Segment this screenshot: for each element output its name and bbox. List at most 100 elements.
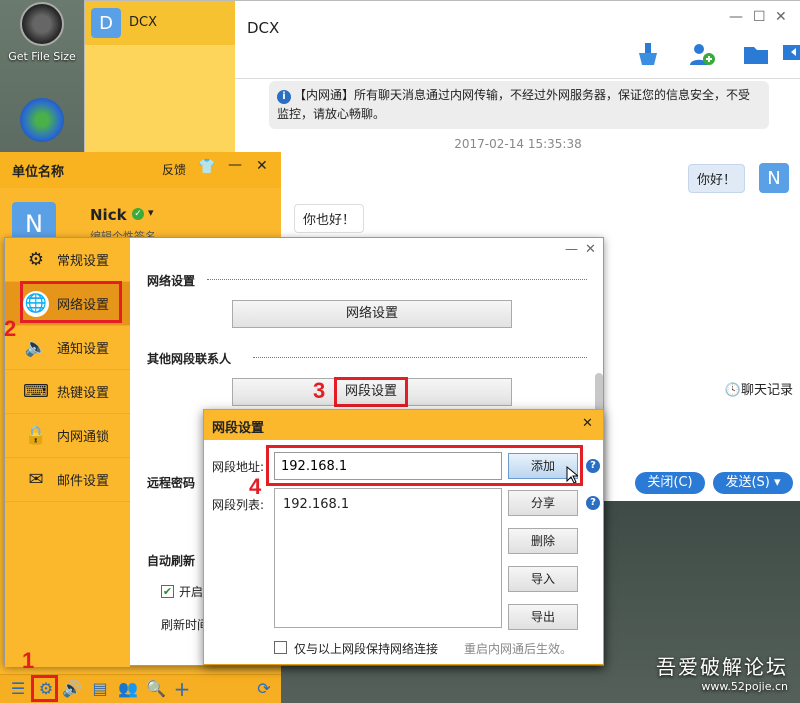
- maximize-icon[interactable]: ☐: [753, 9, 766, 25]
- minimize-icon[interactable]: —: [729, 9, 743, 25]
- address-label: 网段地址:: [212, 460, 265, 474]
- gear-icon: ⚙: [27, 249, 45, 270]
- dialog-header: 网段设置 ✕: [204, 410, 603, 440]
- nav-label: 内网通锁: [57, 430, 110, 445]
- nav-label: 邮件设置: [57, 474, 110, 489]
- nav-item-lock[interactable]: 🔒 内网通锁: [5, 414, 130, 458]
- nav-item-mail[interactable]: ✉ 邮件设置: [5, 458, 130, 502]
- desktop-icon-download-manager[interactable]: [0, 98, 84, 142]
- main-panel-header: 单位名称 反馈 👕 — ✕: [0, 152, 281, 188]
- segment-list[interactable]: 192.168.1: [274, 488, 502, 628]
- auto-refresh-title: 自动刷新: [147, 554, 196, 568]
- message-bubble-me: 你好！: [687, 164, 745, 193]
- refresh-icon[interactable]: ⟳: [254, 679, 274, 699]
- annotation-number-4: 4: [249, 474, 262, 499]
- add-icon[interactable]: +: [172, 679, 192, 699]
- desktop-icon-label: Get File Size: [8, 50, 76, 63]
- close-icon[interactable]: ✕: [585, 242, 596, 257]
- remote-password-title: 远程密码: [147, 476, 196, 490]
- menu-icon[interactable]: ☰: [8, 679, 28, 699]
- other-segment-section-title: 其他网段联系人: [147, 352, 232, 366]
- feedback-link[interactable]: 反馈: [162, 161, 186, 178]
- contact-item-dcx[interactable]: D DCX: [85, 1, 235, 45]
- org-name: 单位名称: [12, 165, 65, 180]
- annotation-box-network: [20, 281, 122, 323]
- keep-only-checkbox[interactable]: [274, 641, 287, 654]
- send-button-label: 发送(S): [725, 475, 770, 490]
- folder-share-icon[interactable]: [741, 41, 771, 67]
- network-settings-button[interactable]: 网络设置: [232, 300, 512, 328]
- my-avatar: N: [759, 163, 789, 193]
- annotation-box-address: [266, 445, 583, 486]
- speaker-icon[interactable]: 🔊: [62, 679, 82, 699]
- nav-item-notify[interactable]: 🔈 通知设置: [5, 326, 130, 370]
- notice-text: 【内网通】所有聊天消息通过内网传输，不经过外网服务器，保证您的信息安全，不受监控…: [277, 88, 751, 121]
- annotation-number-1: 1: [22, 648, 35, 673]
- desktop-icon-get-file-size[interactable]: Get File Size: [0, 2, 84, 63]
- close-chat-button[interactable]: 关闭(C): [635, 472, 705, 494]
- online-status-icon[interactable]: ✓: [132, 208, 144, 220]
- message-bubble-other: 你也好！: [294, 204, 365, 233]
- import-button[interactable]: 导入: [508, 566, 578, 592]
- keyboard-icon: ⌨: [23, 381, 49, 402]
- user-name: Nick: [90, 206, 127, 224]
- contact-name: DCX: [129, 15, 157, 30]
- watermark-url: www.52pojie.cn: [701, 680, 788, 693]
- mail-icon: ✉: [28, 469, 44, 490]
- search-icon[interactable]: 🔍: [146, 679, 166, 699]
- group-icon[interactable]: 👥: [118, 679, 138, 699]
- chat-header: DCX — ☐ ✕: [235, 1, 800, 79]
- contact-avatar: D: [91, 8, 121, 38]
- refresh-time-label: 刷新时间: [161, 618, 210, 632]
- export-button[interactable]: 导出: [508, 604, 578, 630]
- nav-item-general[interactable]: ⚙ 常规设置: [5, 238, 130, 282]
- divider: [253, 357, 587, 358]
- broom-icon[interactable]: [633, 41, 663, 67]
- share-button[interactable]: 分享: [508, 490, 578, 516]
- minimize-icon[interactable]: —: [565, 242, 578, 257]
- chevron-down-icon[interactable]: ▾: [148, 206, 154, 219]
- auto-refresh-checkbox[interactable]: ✔: [161, 585, 174, 598]
- chevron-down-icon: ▾: [774, 475, 781, 490]
- segment-settings-button[interactable]: 网段设置: [334, 377, 408, 407]
- help-icon[interactable]: ?: [586, 496, 600, 510]
- clock-icon: 🕓: [724, 383, 741, 398]
- speaker-icon: 🔈: [24, 337, 48, 358]
- close-icon[interactable]: ✕: [256, 158, 268, 174]
- message-timestamp: 2017-02-14 15:35:38: [454, 137, 582, 151]
- minimize-icon[interactable]: —: [228, 157, 242, 173]
- watermark-title: 吾爱破解论坛: [656, 655, 788, 679]
- chat-history-link[interactable]: 🕓聊天记录: [725, 379, 793, 398]
- close-icon[interactable]: ✕: [582, 416, 593, 431]
- annotation-number-2: 2: [4, 316, 17, 341]
- watermark: 吾爱破解论坛 www.52pojie.cn: [656, 651, 788, 693]
- gauge-icon: [20, 2, 64, 46]
- nav-label: 通知设置: [57, 342, 110, 357]
- keep-only-label: 仅与以上网段保持网络连接: [294, 642, 439, 656]
- list-item[interactable]: 192.168.1: [275, 489, 501, 520]
- delete-button[interactable]: 删除: [508, 528, 578, 554]
- annotation-number-3: 3: [313, 378, 326, 403]
- network-section-title: 网络设置: [147, 274, 196, 288]
- folder-icon[interactable]: ▤: [90, 679, 110, 699]
- dialog-title: 网段设置: [212, 421, 265, 436]
- add-contact-icon[interactable]: [687, 41, 717, 67]
- help-icon[interactable]: ?: [586, 459, 600, 473]
- lock-icon: 🔒: [24, 425, 48, 446]
- screen-share-icon[interactable]: [783, 41, 800, 67]
- shirt-icon[interactable]: 👕: [198, 159, 215, 175]
- settings-scrollbar[interactable]: [595, 373, 603, 413]
- send-button[interactable]: 发送(S) ▾: [713, 472, 793, 494]
- globe-download-icon: [20, 98, 64, 142]
- history-label: 聊天记录: [740, 383, 793, 398]
- annotation-box-gear: [31, 675, 58, 702]
- restart-note: 重启内网通后生效。: [464, 642, 573, 656]
- info-icon: i: [277, 90, 291, 104]
- nav-label: 常规设置: [57, 254, 110, 269]
- nav-item-hotkey[interactable]: ⌨ 热键设置: [5, 370, 130, 414]
- close-icon[interactable]: ✕: [775, 9, 787, 25]
- nav-label: 热键设置: [57, 386, 110, 401]
- intranet-notice: i 【内网通】所有聊天消息通过内网传输，不经过外网服务器，保证您的信息安全，不受监…: [269, 81, 769, 129]
- chat-title: DCX: [247, 19, 280, 37]
- auto-refresh-enable-label: 开启: [179, 585, 204, 599]
